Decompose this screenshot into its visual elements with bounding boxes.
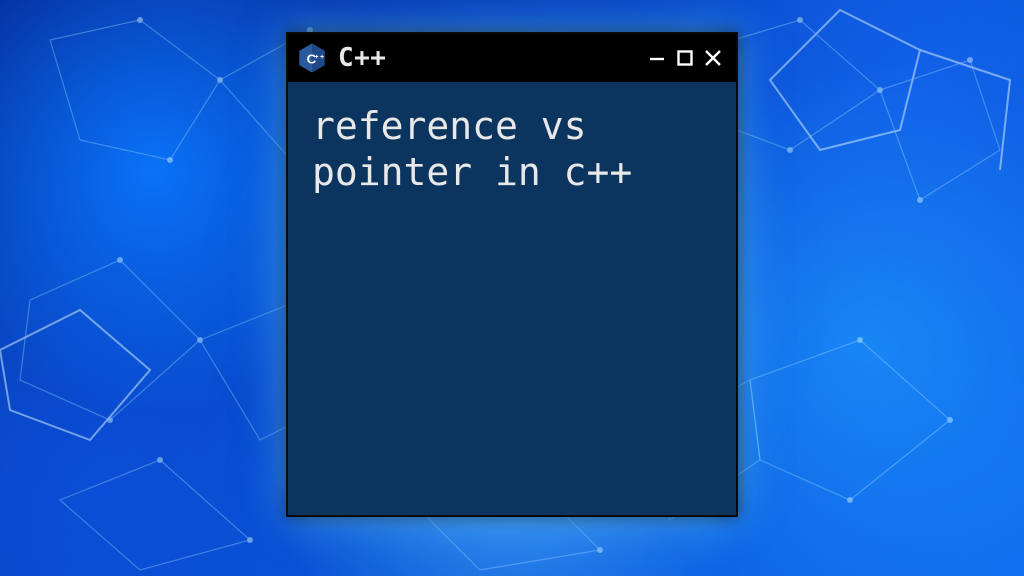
window-title: C++ bbox=[338, 43, 386, 73]
cpp-hex-icon: C + + bbox=[296, 42, 328, 74]
svg-text:+: + bbox=[315, 53, 319, 61]
terminal-content: reference vs pointer in c++ bbox=[288, 82, 736, 515]
window-controls bbox=[644, 45, 726, 71]
svg-text:+: + bbox=[320, 53, 324, 61]
minimize-button[interactable] bbox=[644, 45, 670, 71]
titlebar: C + + C++ bbox=[288, 34, 736, 82]
maximize-button[interactable] bbox=[672, 45, 698, 71]
terminal-window: C + + C++ reference vs pointer in c++ bbox=[286, 32, 738, 517]
close-button[interactable] bbox=[700, 45, 726, 71]
